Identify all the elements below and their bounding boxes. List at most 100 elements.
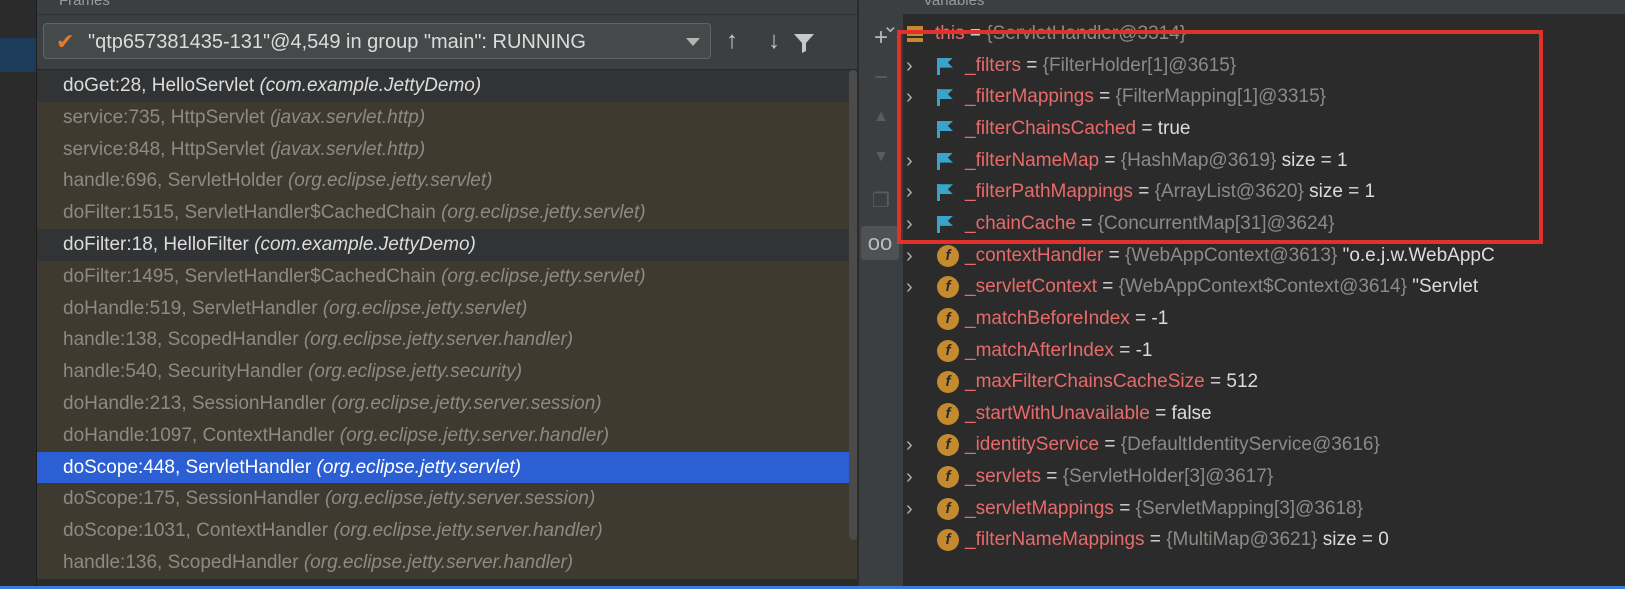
frame-package: (org.eclipse.jetty.servlet) bbox=[441, 265, 646, 287]
frame-package: (org.eclipse.jetty.servlet) bbox=[441, 202, 646, 224]
chevron-down-icon[interactable]: ⌄ bbox=[882, 10, 899, 42]
frame-package: (org.eclipse.jetty.server.handler) bbox=[303, 552, 574, 573]
frame-row[interactable]: handle:136, ScopedHandler (org.eclipse.j… bbox=[37, 547, 857, 579]
variable-name: _servlets bbox=[965, 466, 1042, 488]
field-icon: f bbox=[937, 497, 959, 520]
variable-row[interactable]: › f _contextHandler = {WebAppContext@3613}… bbox=[903, 240, 1625, 272]
variable-equals: = bbox=[1149, 402, 1172, 424]
variable-row[interactable]: f _matchAfterIndex = -1 bbox=[903, 335, 1625, 367]
chevron-right-icon[interactable]: › bbox=[906, 461, 922, 493]
variable-row[interactable]: › f _servletMappings = {ServletMapping[3]@… bbox=[903, 493, 1625, 525]
variable-value: -1 bbox=[1151, 307, 1169, 329]
variable-name: _startWithUnavailable bbox=[965, 402, 1150, 424]
chevron-right-icon[interactable]: › bbox=[906, 240, 922, 272]
chevron-right-icon[interactable]: › bbox=[906, 429, 922, 461]
frame-method: doFilter:18, HelloFilter bbox=[63, 234, 255, 255]
variable-row[interactable]: f _startWithUnavailable = false bbox=[903, 398, 1625, 430]
field-icon: f bbox=[937, 244, 959, 267]
arrow-down-icon[interactable]: ↓ bbox=[760, 27, 788, 55]
frame-package: (org.eclipse.jetty.server.session) bbox=[324, 488, 596, 510]
frame-row[interactable]: doGet:28, HelloServlet (com.example.Jett… bbox=[37, 70, 857, 102]
frame-method: doHandle:213, SessionHandler bbox=[63, 393, 332, 414]
frame-row[interactable]: handle:696, ServletHolder (org.eclipse.j… bbox=[37, 165, 857, 198]
thread-toolbar: ✔ "qtp657381435-131"@4,549 in group "mai… bbox=[37, 15, 857, 70]
thread-selector[interactable]: ✔ "qtp657381435-131"@4,549 in group "mai… bbox=[43, 23, 711, 59]
filter-icon[interactable] bbox=[790, 27, 818, 62]
frame-method: doFilter:1515, ServletHandler$CachedChai… bbox=[63, 202, 442, 224]
variable-equals: = bbox=[1144, 529, 1167, 551]
variable-value: -1 bbox=[1135, 339, 1153, 361]
variable-name: _identityService bbox=[965, 434, 1100, 456]
variable-row[interactable]: › f _identityService = {DefaultIdentitySer… bbox=[903, 429, 1625, 461]
field-icon: f bbox=[937, 434, 959, 457]
frame-method: doGet:28, HelloServlet bbox=[63, 75, 260, 96]
variables-title: Variables bbox=[923, 0, 985, 9]
glasses-icon[interactable]: oo bbox=[861, 226, 899, 260]
arrow-up-icon[interactable]: ↑ bbox=[718, 27, 746, 55]
frames-header: Frames bbox=[37, 0, 857, 15]
variable-equals: = bbox=[1103, 244, 1126, 266]
variable-row[interactable]: f _filterNameMappings = {MultiMap@3621} s… bbox=[903, 524, 1625, 556]
frame-package: (javax.servlet.http) bbox=[269, 138, 426, 160]
frame-row[interactable]: doScope:1031, ContextHandler (org.eclips… bbox=[37, 515, 857, 548]
variable-value: {WebAppContext$Context@3614} bbox=[1118, 276, 1407, 298]
variable-value: {ServletHolder[3]@3617} bbox=[1062, 466, 1274, 488]
frame-method: doScope:175, SessionHandler bbox=[63, 488, 325, 510]
chevron-right-icon[interactable]: › bbox=[906, 493, 922, 525]
variable-name: _matchBeforeIndex bbox=[965, 307, 1130, 329]
left-tool-strip bbox=[0, 0, 37, 589]
variable-equals: = bbox=[1204, 371, 1227, 393]
frame-row[interactable]: doHandle:1097, ContextHandler (org.eclip… bbox=[37, 419, 857, 452]
frame-method: doScope:448, ServletHandler bbox=[63, 456, 317, 478]
variables-header: Variables bbox=[903, 0, 1625, 14]
field-icon: f bbox=[937, 402, 959, 425]
frame-row[interactable]: doFilter:1495, ServletHandler$CachedChai… bbox=[37, 260, 857, 293]
variable-value: false bbox=[1171, 402, 1212, 424]
frame-method: handle:696, ServletHolder bbox=[63, 170, 288, 192]
variable-row[interactable]: › f _servletContext = {WebAppContext$Conte… bbox=[903, 271, 1625, 303]
variable-equals: = bbox=[1097, 276, 1119, 298]
checkmark-icon: ✔ bbox=[56, 29, 75, 54]
frame-method: doHandle:519, ServletHandler bbox=[63, 297, 323, 319]
frame-row[interactable]: service:848, HttpServlet (javax.servlet.… bbox=[37, 133, 857, 166]
field-icon: f bbox=[937, 307, 959, 330]
frame-row[interactable]: service:735, HttpServlet (javax.servlet.… bbox=[37, 101, 857, 134]
frame-row[interactable]: doScope:448, ServletHandler (org.eclipse… bbox=[37, 451, 857, 484]
frame-package: (org.eclipse.jetty.server.session) bbox=[331, 393, 602, 414]
variable-equals: = bbox=[1113, 339, 1136, 361]
variable-equals: = bbox=[1099, 434, 1121, 456]
variable-extra: "Servlet bbox=[1406, 276, 1479, 298]
frame-row[interactable]: doFilter:1515, ServletHandler$CachedChai… bbox=[37, 197, 857, 230]
frames-title: Frames bbox=[59, 0, 110, 9]
thread-selector-label: "qtp657381435-131"@4,549 in group "main"… bbox=[88, 31, 586, 53]
frame-package: (org.eclipse.jetty.servlet) bbox=[322, 297, 528, 319]
frame-list: doGet:28, HelloServlet (com.example.Jett… bbox=[37, 70, 857, 589]
frame-package: (com.example.JettyDemo) bbox=[259, 75, 482, 96]
frame-row[interactable]: handle:138, ScopedHandler (org.eclipse.j… bbox=[37, 324, 857, 357]
frame-package: (com.example.JettyDemo) bbox=[254, 234, 476, 255]
frames-scrollbar[interactable] bbox=[849, 70, 857, 540]
chevron-right-icon[interactable]: › bbox=[906, 271, 922, 303]
frame-method: doHandle:1097, ContextHandler bbox=[63, 424, 340, 446]
chevron-down-icon[interactable] bbox=[686, 38, 700, 46]
frame-package: (org.eclipse.jetty.servlet) bbox=[287, 170, 493, 192]
field-icon: f bbox=[937, 529, 959, 552]
frame-method: handle:540, SecurityHandler bbox=[63, 361, 309, 383]
variable-row[interactable]: f _maxFilterChainsCacheSize = 512 bbox=[903, 366, 1625, 398]
variable-name: _servletContext bbox=[965, 276, 1098, 298]
variable-value: {WebAppContext@3613} bbox=[1125, 244, 1338, 266]
frame-row[interactable]: handle:540, SecurityHandler (org.eclipse… bbox=[37, 356, 857, 389]
variable-row[interactable]: › f _servlets = {ServletHolder[3]@3617} bbox=[903, 461, 1625, 493]
variable-row[interactable]: f _matchBeforeIndex = -1 bbox=[903, 303, 1625, 335]
variable-equals: = bbox=[1113, 497, 1136, 519]
variable-equals: = bbox=[1129, 307, 1152, 329]
frame-row[interactable]: doScope:175, SessionHandler (org.eclipse… bbox=[37, 483, 857, 516]
frame-method: service:735, HttpServlet bbox=[63, 106, 270, 128]
frame-row[interactable]: doHandle:519, ServletHandler (org.eclips… bbox=[37, 292, 857, 325]
field-icon: f bbox=[937, 276, 959, 299]
field-icon: f bbox=[937, 339, 959, 362]
variable-extra: "o.e.j.w.WebAppC bbox=[1337, 244, 1495, 266]
frame-row[interactable]: doFilter:18, HelloFilter (com.example.Je… bbox=[37, 229, 857, 261]
frame-row[interactable]: doHandle:213, SessionHandler (org.eclips… bbox=[37, 388, 857, 420]
variable-name: _filterNameMappings bbox=[965, 529, 1145, 551]
